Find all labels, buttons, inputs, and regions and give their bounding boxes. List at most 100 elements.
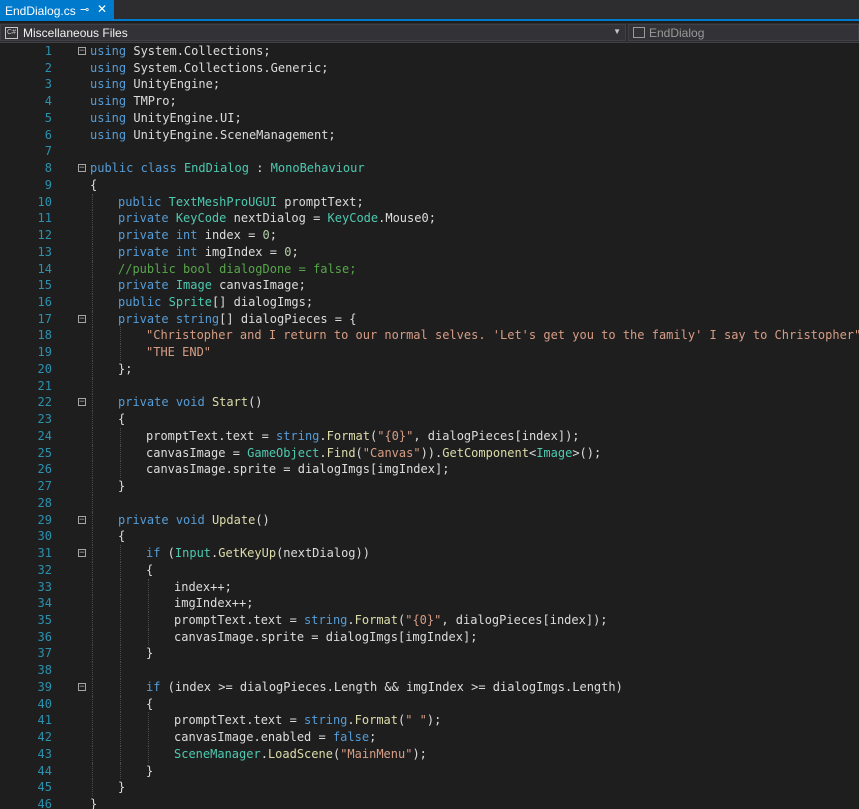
code-token: Format <box>326 428 370 443</box>
code-token: . <box>319 445 327 460</box>
line-number: 39 <box>37 679 52 694</box>
tab-enddialog[interactable]: EndDialog.cs ⊸ ✕ <box>0 0 114 21</box>
code-line[interactable]: 11 private KeyCode nextDialog = KeyCode.M… <box>0 210 859 228</box>
code-line[interactable]: 27} <box>0 478 859 495</box>
line-number: 34 <box>37 596 52 611</box>
code-line[interactable]: 14 //public bool dialogDone = false; <box>0 260 859 278</box>
code-line[interactable]: 15 private Image canvasImage; <box>0 277 859 295</box>
collapse-icon[interactable]: − <box>78 314 86 323</box>
code-line[interactable]: 23 { <box>0 411 859 428</box>
code-line[interactable]: 36 canvasImage.sprite = dialogImgs[imgInd… <box>0 628 859 646</box>
code-line[interactable]: 9{ <box>0 177 859 194</box>
code-token: UnityEngine.UI; <box>126 110 242 125</box>
code-token: "{0}" <box>405 612 442 627</box>
pin-icon[interactable]: ⊸ <box>80 3 89 16</box>
collapse-icon[interactable]: − <box>78 682 86 691</box>
collapse-icon[interactable]: − <box>78 398 86 407</box>
code-editor[interactable]: 1− using System.Collections; 2 using System… <box>0 43 859 809</box>
code-token: } <box>146 763 154 778</box>
code-token: promptText.text = <box>146 428 277 443</box>
code-line[interactable]: 25 canvasImage = GameObject.Find("Canvas"… <box>0 444 859 462</box>
code-line[interactable]: 31− if (Input.GetKeyUp(nextDialog)) <box>0 545 859 562</box>
code-line[interactable]: 1 − using System.Collections; <box>0 43 859 60</box>
code-token: 0 <box>262 228 270 243</box>
code-line[interactable]: 4 using TMPro; <box>0 93 859 110</box>
code-line[interactable]: 37} <box>0 645 859 663</box>
code-token: >(); <box>572 445 602 460</box>
code-line[interactable]: 34 imgIndex++; <box>0 595 859 612</box>
collapse-icon[interactable]: − <box>78 164 86 173</box>
code-token: { <box>146 696 154 711</box>
indent-guide <box>92 411 93 428</box>
line-number: 9 <box>44 177 52 192</box>
code-text: using System.Collections.Generic; <box>90 60 328 77</box>
code-line[interactable]: 19 "THE END" <box>0 344 859 361</box>
project-dropdown[interactable]: C# Miscellaneous Files ▼ <box>0 24 626 41</box>
code-line[interactable]: 7 <box>0 143 859 160</box>
code-line[interactable]: 24 promptText.text = string.Format("{0}",… <box>0 427 859 445</box>
code-line[interactable]: 30 { <box>0 528 859 546</box>
line-number: 26 <box>37 462 52 477</box>
code-line[interactable]: 13 private int imgIndex = 0; <box>0 243 859 261</box>
class-dropdown[interactable]: EndDialog <box>628 24 859 41</box>
code-token: LoadScene <box>267 746 333 761</box>
line-number: 30 <box>37 529 52 544</box>
code-line[interactable]: 33 index++; <box>0 578 859 596</box>
indent-guide <box>92 528 93 546</box>
code-line[interactable]: 42 canvasImage.enabled = false; <box>0 729 859 746</box>
code-line[interactable]: 28 <box>0 494 859 512</box>
line-number: 18 <box>37 328 52 343</box>
code-token: using <box>90 44 127 58</box>
code-line[interactable]: 20}; <box>0 360 859 378</box>
code-line[interactable]: 29 − private void Update() <box>0 511 859 529</box>
code-line[interactable]: 46} <box>0 796 859 809</box>
code-line[interactable]: 22 − private void Start() <box>0 394 859 412</box>
code-line[interactable]: 39 − if (index >= dialogPieces.Length && i… <box>0 678 859 696</box>
code-token: UnityEngine; <box>126 77 221 92</box>
code-line[interactable]: 38 <box>0 662 859 679</box>
code-line[interactable]: 5 using UnityEngine.UI; <box>0 110 859 127</box>
indent-guide <box>92 260 93 278</box>
indent-guide <box>92 243 93 261</box>
code-line[interactable]: 17 − private string[] dialogPieces = { <box>0 310 859 328</box>
code-token: string <box>276 428 320 443</box>
code-line[interactable]: 43 SceneManager.LoadScene("MainMenu"); <box>0 745 859 763</box>
code-line[interactable]: 45} <box>0 779 859 797</box>
code-line[interactable]: 3 using UnityEngine; <box>0 76 859 93</box>
code-line[interactable]: 18 "Christopher and I return to our norma… <box>0 327 859 345</box>
code-line[interactable]: 21 <box>0 377 859 395</box>
code-line[interactable]: 32 { <box>0 561 859 579</box>
close-icon[interactable]: ✕ <box>97 2 107 16</box>
collapse-icon[interactable]: − <box>78 549 86 558</box>
code-text: private KeyCode nextDialog = KeyCode.Mou… <box>118 210 436 227</box>
code-token: string <box>175 311 220 326</box>
code-token: Format <box>354 713 398 728</box>
code-line[interactable]: 6 using UnityEngine.SceneManagement; <box>0 127 859 144</box>
code-text: canvasImage.sprite = dialogImgs[imgIndex… <box>146 461 449 478</box>
code-line[interactable]: 8 − public class EndDialog : MonoBehaviour <box>0 160 859 177</box>
chevron-down-icon[interactable]: ▼ <box>613 27 621 36</box>
code-line[interactable]: 10 public TextMeshProUGUI promptText; <box>0 193 859 211</box>
code-line[interactable]: 41 promptText.text = string.Format(" "); <box>0 712 859 730</box>
code-line[interactable]: 26 canvasImage.sprite = dialogImgs[imgInd… <box>0 461 859 479</box>
code-line[interactable]: 44} <box>0 762 859 780</box>
code-token: private <box>118 228 169 243</box>
indent-guide <box>92 294 93 311</box>
collapse-icon[interactable]: − <box>78 47 86 56</box>
code-token: TextMeshProUGUI <box>168 194 277 209</box>
collapse-icon[interactable]: − <box>78 515 86 524</box>
code-line[interactable]: 16 public Sprite[] dialogImgs; <box>0 294 859 311</box>
code-text: "Christopher and I return to our normal … <box>146 327 859 344</box>
code-line[interactable]: 35 promptText.text = string.Format("{0}",… <box>0 611 859 629</box>
code-line[interactable]: 12 private int index = 0; <box>0 227 859 244</box>
code-line[interactable]: 40 { <box>0 695 859 713</box>
indent-guide <box>92 745 93 763</box>
indent-guide <box>120 662 121 679</box>
code-token: private <box>118 512 169 527</box>
line-number: 37 <box>37 646 52 661</box>
code-line[interactable]: 2 using System.Collections.Generic; <box>0 60 859 77</box>
